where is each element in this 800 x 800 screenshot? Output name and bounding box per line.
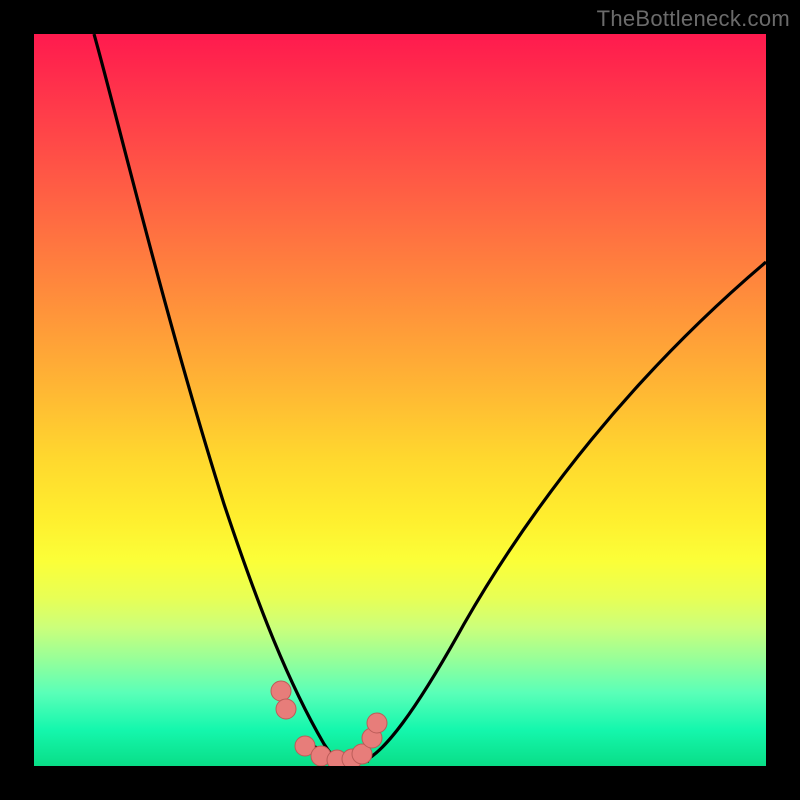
- curves-layer: [34, 34, 766, 766]
- right-curve: [364, 262, 766, 761]
- marker-dot: [367, 713, 387, 733]
- left-curve: [94, 34, 340, 762]
- marker-dot: [276, 699, 296, 719]
- marker-dot: [271, 681, 291, 701]
- marker-dots: [271, 681, 387, 766]
- watermark-text: TheBottleneck.com: [597, 6, 790, 32]
- plot-area: [34, 34, 766, 766]
- chart-frame: TheBottleneck.com: [0, 0, 800, 800]
